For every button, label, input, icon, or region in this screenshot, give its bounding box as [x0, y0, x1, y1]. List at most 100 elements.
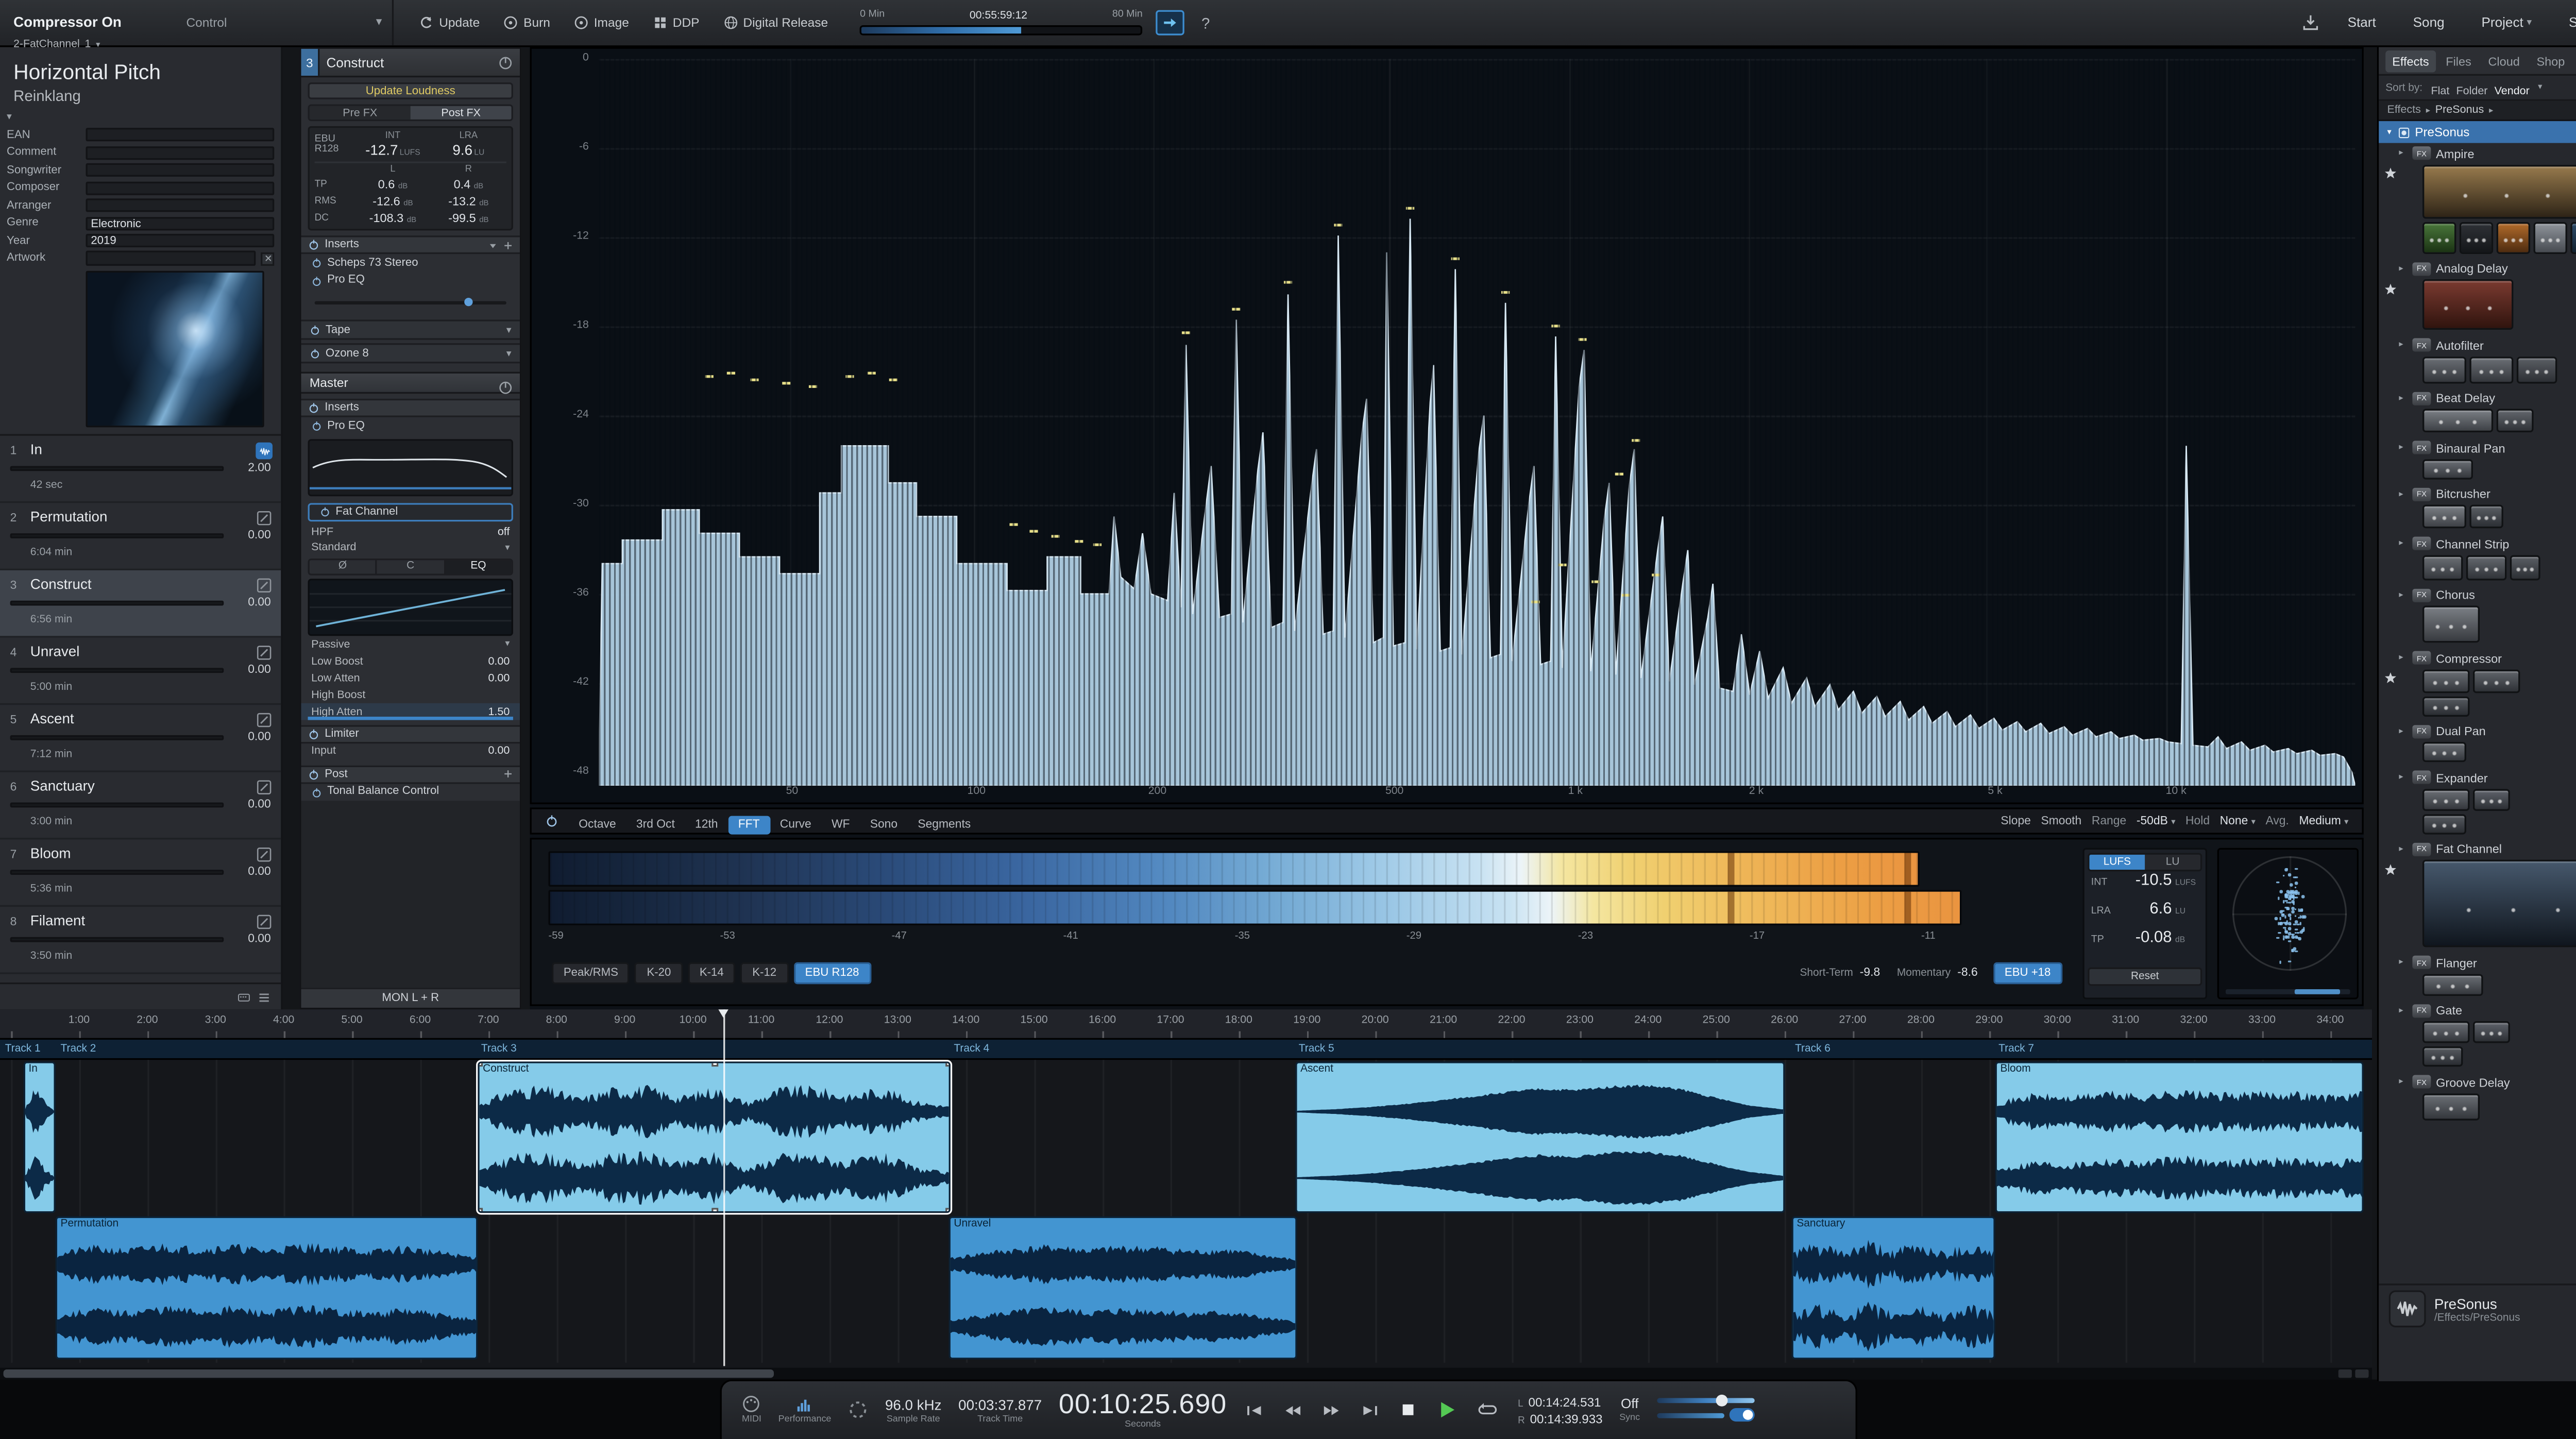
reset-button[interactable]: Reset [2088, 967, 2202, 986]
browser-item-dual-pan[interactable]: ▸ FX Dual Pan [2379, 721, 2576, 767]
browser-breadcrumb[interactable]: Effects ▸ PreSonus ▸ [2379, 100, 2576, 122]
project-track-row[interactable]: 7 Bloom 0.00 5:36 min [0, 839, 281, 907]
plugin-thumbnail[interactable] [2422, 164, 2576, 218]
expand-triangle-icon[interactable]: ▸ [2399, 1006, 2407, 1016]
artwork-slot[interactable] [86, 251, 256, 266]
eq-param-low-boost[interactable]: Low Boost 0.00 [301, 653, 519, 670]
clip-handle[interactable] [479, 1208, 483, 1212]
edit-icon[interactable] [256, 577, 273, 594]
clip-handle[interactable] [479, 1063, 483, 1067]
export-icon[interactable] [2302, 13, 2320, 32]
gain-slider[interactable] [301, 290, 519, 316]
plugin-thumbnail[interactable] [2422, 1021, 2470, 1043]
plugin-thumbnail[interactable] [2422, 741, 2466, 763]
plugin-thumbnail[interactable] [2422, 788, 2470, 810]
update-button[interactable]: Update [411, 10, 488, 36]
plugin-thumbnail[interactable] [2496, 409, 2534, 433]
expand-triangle-icon[interactable]: ▸ [2399, 539, 2407, 549]
audio-clip-in[interactable]: In [23, 1061, 56, 1213]
eq-param-high-atten[interactable]: High Atten 1.50 [301, 703, 520, 720]
expand-triangle-icon[interactable]: ▸ [2399, 148, 2407, 159]
rewind-button[interactable] [1282, 1401, 1304, 1419]
breadcrumb-item[interactable]: Effects [2387, 104, 2420, 116]
track-gain-bar[interactable] [10, 533, 224, 538]
edit-icon[interactable] [256, 712, 273, 729]
main-time-display[interactable]: 00:10:25.690 Seconds [1059, 1391, 1227, 1430]
mode-3rd-oct-button[interactable]: 3rd Oct [626, 816, 685, 835]
zoom-controls[interactable] [2338, 1369, 2369, 1378]
master-insert-proeq[interactable]: Pro EQ [301, 417, 519, 435]
loudness-mode-k-12-button[interactable]: K-12 [740, 962, 788, 985]
jump-end-button[interactable] [1360, 1401, 1381, 1419]
monitor-toggle[interactable] [1729, 1408, 1755, 1422]
edit-icon[interactable] [256, 779, 273, 796]
smooth-button[interactable]: Smooth [2041, 815, 2081, 827]
time-ruler[interactable]: 1:00 2:00 3:00 4:00 5:00 6:00 7:00 8:00 9:00 10:0… [0, 1009, 2372, 1040]
play-button[interactable] [1435, 1398, 1459, 1422]
loop-range-display[interactable]: L 00:14:24.531 R 00:14:39.933 [1518, 1394, 1602, 1426]
mode-dropdown[interactable]: Standard ▾ [301, 540, 519, 556]
plugin-thumbnail[interactable] [2466, 554, 2507, 580]
output-level-control[interactable] [1656, 1394, 1755, 1422]
inspector-track-header[interactable]: 3 Construct [301, 48, 520, 78]
performance-indicator[interactable]: Performance [778, 1396, 831, 1425]
field-value-input[interactable] [86, 163, 275, 177]
field-value-input[interactable]: 2019 [86, 234, 275, 248]
fat-channel-tab-eq[interactable]: EQ [445, 559, 512, 573]
track-gain-bar[interactable] [10, 735, 224, 740]
plugin-thumbnail[interactable] [2510, 554, 2540, 580]
breadcrumb-item[interactable]: PreSonus [2435, 104, 2484, 116]
clip-handle[interactable] [945, 1063, 949, 1067]
mode-segments-button[interactable]: Segments [908, 816, 981, 835]
list-icon[interactable] [258, 990, 271, 1004]
expand-triangle-icon[interactable]: ▸ [2399, 726, 2407, 737]
favorite-star-icon[interactable] [2384, 282, 2397, 295]
project-track-row[interactable]: 1 In 2.00 42 sec [0, 436, 281, 503]
browser-item-autofilter[interactable]: ▸ FX Autofilter [2379, 335, 2576, 388]
autoscroll-button[interactable] [1156, 10, 1185, 36]
nav-show-button[interactable]: Show▾ [2558, 13, 2576, 32]
audio-clip-construct[interactable]: Construct [478, 1061, 951, 1213]
track-gain-bar[interactable] [10, 802, 224, 808]
plugin-thumbnail[interactable] [2422, 279, 2514, 330]
meter-tab-lufs[interactable]: LUFS [2089, 854, 2145, 870]
nav-project-button[interactable]: Project ▾ [2471, 13, 2542, 32]
project-track-row[interactable]: 6 Sanctuary 0.00 3:00 min [0, 772, 281, 840]
mode-fft-button[interactable]: FFT [728, 816, 770, 835]
plugin-thumbnail[interactable] [2459, 221, 2494, 253]
chevron-down-icon[interactable]: ▾ [376, 15, 382, 29]
browser-item-flanger[interactable]: ▸ FX Flanger [2379, 952, 2576, 1000]
clip-handle[interactable] [945, 1208, 949, 1212]
hold-dropdown[interactable]: None ▾ [2220, 815, 2256, 827]
browser-item-expander[interactable]: ▸ FX Expander [2379, 767, 2576, 839]
field-value-input[interactable] [86, 146, 275, 160]
sort-vendor-button[interactable]: Vendor [2491, 84, 2533, 99]
range-dropdown[interactable]: -50dB ▾ [2137, 815, 2176, 827]
audio-clip-unravel[interactable]: Unravel [948, 1216, 1297, 1360]
loudness-mode-k-14-button[interactable]: K-14 [687, 962, 736, 985]
field-value-input[interactable] [86, 128, 275, 142]
browser-tab-files[interactable]: Files [2439, 49, 2478, 71]
edit-icon[interactable] [256, 645, 273, 662]
browser-item-chorus[interactable]: ▸ FX Chorus [2379, 585, 2576, 648]
browser-item-ampire[interactable]: ▸ FX Ampire [2379, 143, 2576, 259]
expand-triangle-icon[interactable]: ▸ [2399, 590, 2407, 600]
digital-release-button[interactable]: Digital Release [715, 10, 837, 36]
plugin-thumbnail[interactable] [2570, 221, 2576, 253]
plugin-thumbnail[interactable] [2422, 409, 2494, 433]
monitor-source-label[interactable]: MON L + R [301, 987, 520, 1008]
plugin-thumbnail[interactable] [2422, 221, 2456, 253]
plugin-thumbnail[interactable] [2422, 605, 2480, 643]
playhead[interactable] [718, 1009, 728, 1366]
eq-type-dropdown[interactable]: Passive ▾ [301, 637, 519, 653]
browser-item-beat-delay[interactable]: ▸ FX Beat Delay [2379, 388, 2576, 437]
expand-triangle-icon[interactable]: ▸ [2399, 1077, 2407, 1088]
eq-param-low-atten[interactable]: Low Atten 0.00 [301, 670, 519, 687]
master-section-header[interactable]: Master [301, 371, 520, 394]
track-gain-bar[interactable] [10, 937, 224, 942]
fat-channel-tab-ø[interactable]: Ø [309, 559, 378, 573]
update-loudness-button[interactable]: Update Loudness [308, 82, 513, 99]
plugin-thumbnail[interactable] [2422, 1092, 2480, 1120]
mode-curve-button[interactable]: Curve [770, 816, 821, 835]
clip-handle[interactable] [710, 1063, 718, 1067]
